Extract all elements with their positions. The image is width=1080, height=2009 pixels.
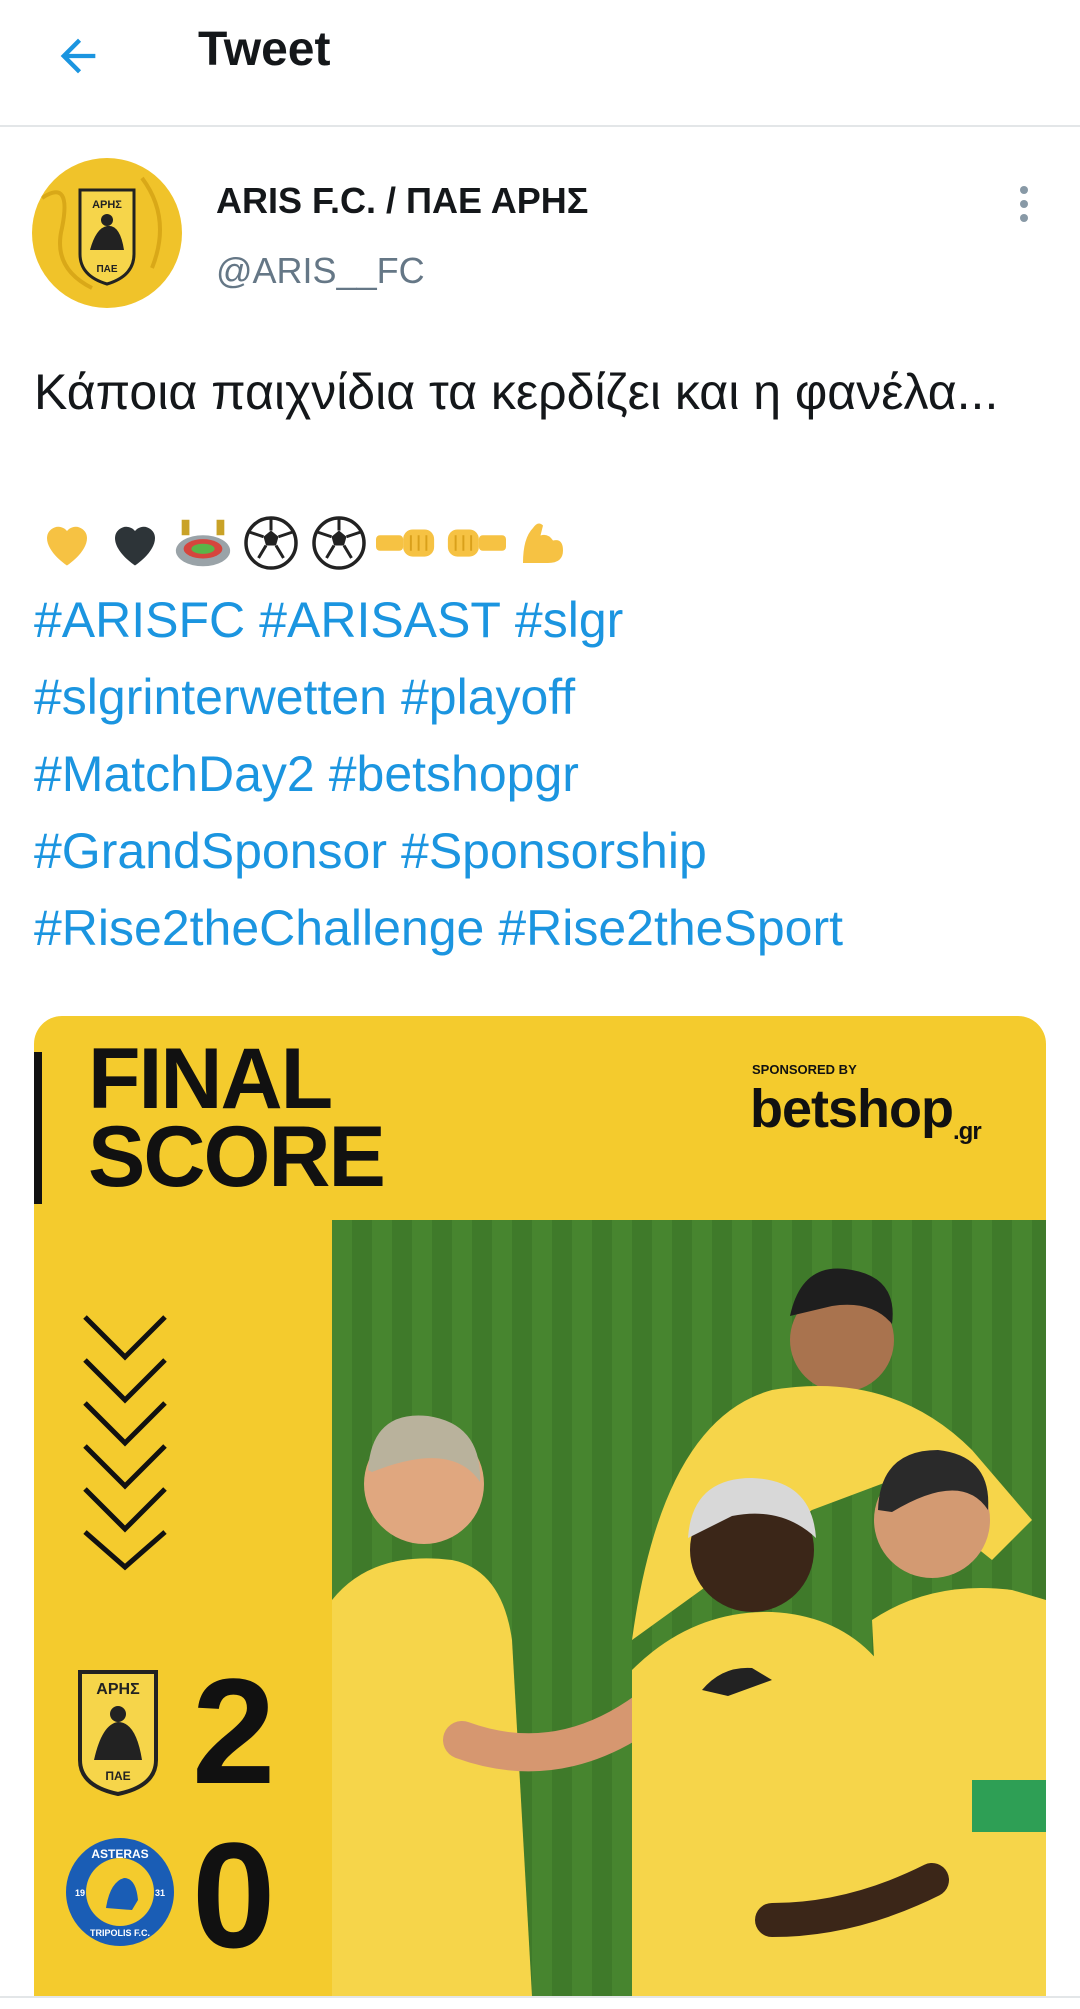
hashtag-link[interactable]: #MatchDay2 [34, 746, 315, 802]
divider [0, 1996, 1080, 1998]
hashtag-block: #ARISFC #ARISAST #slgr #slgrinterwetten #pl… [34, 582, 1054, 967]
top-bar: Tweet [0, 0, 1080, 127]
soccer-ball-icon [238, 510, 304, 576]
final-score-title: FINAL SCORE [88, 1031, 386, 1205]
black-heart-icon [102, 510, 168, 576]
away-team-crest: ASTERAS 19 31 TRIPOLIS F.C. [62, 1834, 178, 1950]
sponsor-name: betshop [750, 1079, 954, 1139]
celebration-photo [332, 1220, 1046, 1996]
page-title: Tweet [198, 23, 331, 76]
hashtag-link[interactable]: #slgrinterwetten [34, 669, 387, 725]
away-crest-bottom: TRIPOLIS F.C. [90, 1928, 150, 1938]
hashtag-link[interactable]: #Rise2theSport [498, 900, 843, 956]
hashtag-link[interactable]: #slgr [515, 592, 623, 648]
away-year-right: 31 [155, 1888, 165, 1898]
home-crest-text: ΑΡΗΣ [96, 1681, 140, 1698]
sponsor-logo: betshop.gr [750, 1078, 982, 1146]
hashtag-link[interactable]: #ARISFC [34, 592, 245, 648]
home-team-crest: ΑΡΗΣ ΠΑΕ [76, 1668, 160, 1797]
title-line-1: FINAL [88, 1031, 333, 1127]
soccer-ball-icon [306, 510, 372, 576]
back-arrow-icon[interactable] [40, 18, 116, 94]
accent-bar [34, 1052, 42, 1204]
author-handle[interactable]: @ARIS__FC [216, 250, 425, 292]
home-crest-bottom: ΠΑΕ [105, 1769, 130, 1783]
away-crest-text: ASTERAS [91, 1847, 148, 1861]
svg-text:ΠΑΕ: ΠΑΕ [96, 264, 117, 275]
hashtag-link[interactable]: #GrandSponsor [34, 823, 387, 879]
flexed-biceps-icon [510, 510, 576, 576]
away-score: 0 [192, 1811, 276, 1979]
sponsor-suffix: .gr [953, 1117, 982, 1145]
title-line-2: SCORE [88, 1109, 386, 1205]
sponsored-by-label: SPONSORED BY [752, 1062, 857, 1077]
left-facing-fist-icon [374, 510, 440, 576]
chevron-down-icon [80, 1312, 170, 1577]
home-score: 2 [192, 1647, 276, 1815]
avatar[interactable]: ΑΡΗΣ ΠΑΕ [32, 158, 182, 308]
hashtag-link[interactable]: #playoff [401, 669, 575, 725]
stadium-icon [170, 510, 236, 576]
hashtag-link[interactable]: #ARISAST [259, 592, 501, 648]
emoji-row [34, 508, 576, 578]
svg-text:ΑΡΗΣ: ΑΡΗΣ [92, 199, 122, 211]
hashtag-link[interactable]: #Rise2theChallenge [34, 900, 484, 956]
tweet-text: Κάποια παιχνίδια τα κερδίζει και η φανέλ… [34, 364, 999, 420]
away-year-left: 19 [75, 1888, 85, 1898]
author-name[interactable]: ARIS F.C. / ΠΑΕ ΑΡΗΣ [216, 180, 588, 222]
hashtag-link[interactable]: #betshopgr [329, 746, 579, 802]
tweet-media-image[interactable]: FINAL SCORE SPONSORED BY betshop.gr ΑΡΗΣ… [34, 1016, 1046, 1996]
more-options-icon[interactable] [1000, 180, 1048, 236]
hashtag-link[interactable]: #Sponsorship [401, 823, 707, 879]
yellow-heart-icon [34, 510, 100, 576]
right-facing-fist-icon [442, 510, 508, 576]
